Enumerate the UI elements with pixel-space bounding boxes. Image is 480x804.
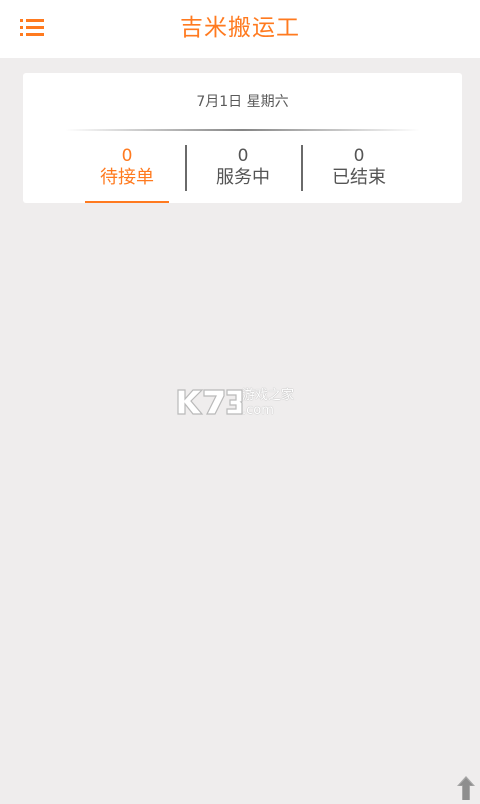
k73-logo — [177, 389, 243, 415]
watermark-logo: 游戏之家 .com — [176, 384, 306, 418]
tab-in-service[interactable]: 0 服务中 — [185, 143, 301, 203]
current-date: 7月1日 星期六 — [196, 94, 289, 110]
finished-count: 0 — [353, 146, 365, 166]
pending-label: 待接单 — [100, 167, 154, 188]
divider — [65, 129, 420, 131]
scroll-top-button[interactable] — [455, 774, 477, 800]
finished-label: 已结束 — [332, 167, 386, 188]
order-status-tabs: 0 待接单 0 服务中 0 已结束 — [69, 143, 417, 203]
in-service-count: 0 — [237, 146, 249, 166]
order-summary-card: 7月1日 星期六 0 待接单 0 服务中 0 已结束 — [23, 73, 462, 203]
active-tab-indicator — [85, 201, 169, 203]
tab-pending[interactable]: 0 待接单 — [69, 143, 185, 203]
watermark-text: 游戏之家 .com — [242, 388, 295, 418]
app-header: 吉米搬运工 — [0, 0, 480, 58]
pending-count: 0 — [121, 146, 133, 166]
tab-finished[interactable]: 0 已结束 — [301, 143, 417, 203]
in-service-label: 服务中 — [216, 167, 270, 188]
app-title: 吉米搬运工 — [180, 15, 300, 41]
arrow-up-icon — [457, 776, 475, 800]
